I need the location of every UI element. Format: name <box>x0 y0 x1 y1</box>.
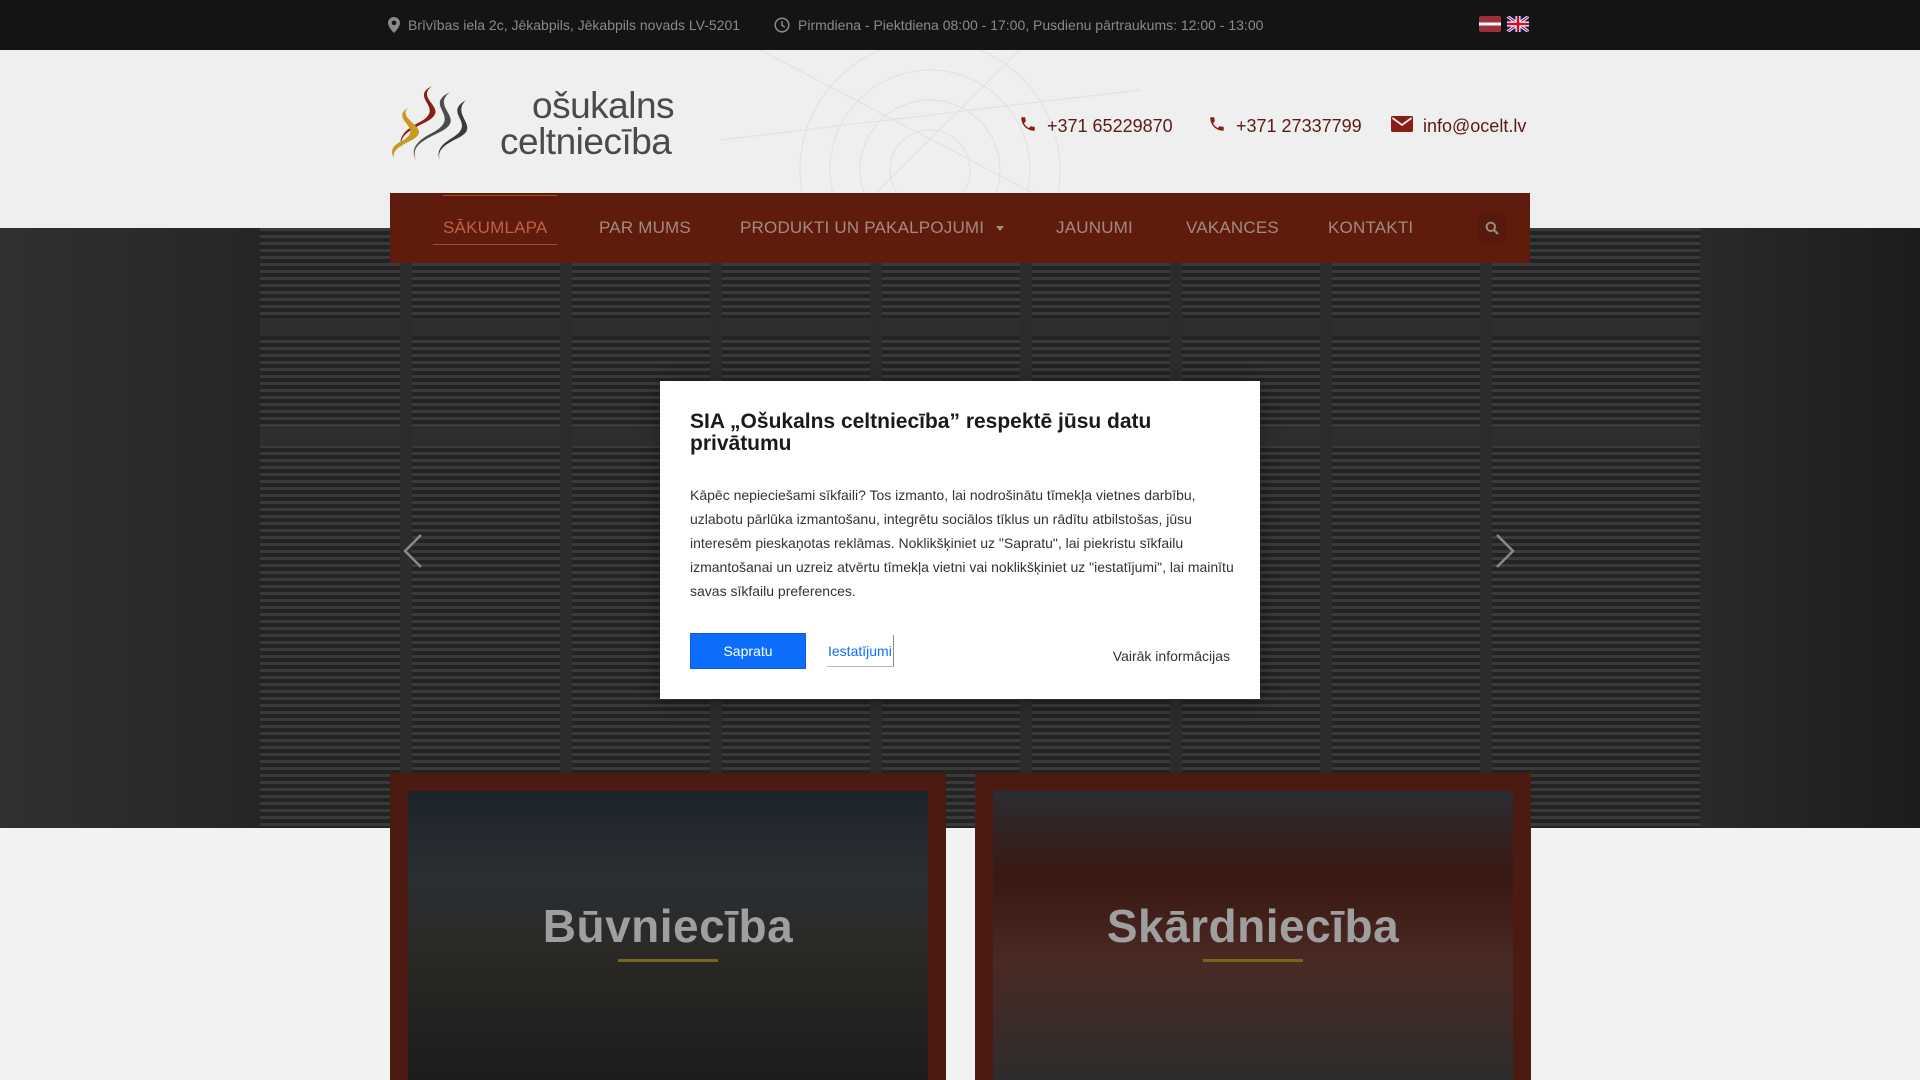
card-divider <box>618 959 718 962</box>
cookie-settings-button[interactable]: Iestatījumi <box>827 635 894 667</box>
phone-contact-2[interactable]: +371 27337799 <box>1208 112 1362 140</box>
card-title: Skārdniecība <box>1106 900 1400 952</box>
cookie-dialog-title: SIA „Ošukalns celtniecība” respektē jūsu… <box>690 410 1152 455</box>
search-button[interactable] <box>1477 213 1507 243</box>
nav-item-home[interactable]: SĀKUMLAPA <box>432 193 558 263</box>
slider-next-arrow-icon[interactable] <box>1494 533 1516 574</box>
latvian-flag-icon[interactable] <box>1479 16 1501 32</box>
more-info-link[interactable]: Vairāk informācijas <box>1113 648 1230 664</box>
nav-item-news[interactable]: JAUNUMI <box>1056 193 1133 263</box>
phone-contact-1[interactable]: +371 65229870 <box>1019 112 1173 140</box>
nav-item-contacts[interactable]: KONTAKTI <box>1328 193 1413 263</box>
mail-icon <box>1391 115 1413 138</box>
email-contact[interactable]: info@ocelt.lv <box>1391 112 1526 140</box>
top-bar: Brīvības iela 2c, Jēkabpils, Jēkabpils n… <box>0 0 1920 50</box>
nav-item-vacancies[interactable]: VAKANCES <box>1186 193 1279 263</box>
cookie-consent-dialog: SIA „Ošukalns celtniecība” respektē jūsu… <box>660 381 1260 699</box>
email-text: info@ocelt.lv <box>1423 115 1527 136</box>
hero-pillar <box>1320 228 1332 828</box>
logo-line-1: ošukalns <box>532 85 675 126</box>
cookie-dialog-text: Kāpēc nepieciešami sīkfaili? Tos izmanto… <box>690 487 1234 599</box>
logo-wordmark: ošukalns celtniecība <box>500 85 675 162</box>
logo-mark-icon <box>392 86 468 160</box>
phone-icon <box>1208 115 1226 138</box>
phone-1-text: +371 65229870 <box>1047 115 1173 136</box>
language-switcher <box>1479 16 1529 32</box>
hero-pillar <box>560 228 572 828</box>
service-card-construction[interactable]: Būvniecība <box>390 773 946 1080</box>
search-icon <box>1485 221 1499 235</box>
nav-item-about[interactable]: PAR MUMS <box>599 193 691 263</box>
card-title: Būvniecība <box>542 900 794 952</box>
hero-pillar <box>400 228 412 828</box>
address-info: Brīvības iela 2c, Jēkabpils, Jēkabpils n… <box>388 0 740 50</box>
slider-prev-arrow-icon[interactable] <box>402 533 424 574</box>
hours-info: Pirmdiena - Piektdiena 08:00 - 17:00, Pu… <box>774 0 1263 50</box>
clock-icon <box>774 17 790 33</box>
english-flag-icon[interactable] <box>1507 16 1529 32</box>
service-card-roofing[interactable]: Skārdniecība <box>975 773 1531 1080</box>
main-navigation: SĀKUMLAPA PAR MUMS PRODUKTI UN PAKALPOJU… <box>390 193 1530 263</box>
nav-item-products[interactable]: PRODUKTI UN PAKALPOJUMI <box>740 193 1005 263</box>
address-text: Brīvības iela 2c, Jēkabpils, Jēkabpils n… <box>408 17 741 33</box>
accept-cookies-button[interactable]: Sapratu <box>690 633 806 669</box>
logo-line-2: celtniecība <box>500 121 672 162</box>
phone-2-text: +371 27337799 <box>1236 115 1362 136</box>
nav-item-products-label: PRODUKTI UN PAKALPOJUMI <box>740 218 985 237</box>
chevron-down-icon <box>996 225 1005 231</box>
hero-left-wall <box>0 228 260 828</box>
site-logo[interactable]: ošukalns celtniecība <box>388 78 688 188</box>
card-divider <box>1203 959 1303 962</box>
hero-pillar <box>1480 228 1492 828</box>
phone-icon <box>1019 115 1037 138</box>
hours-text: Pirmdiena - Piektdiena 08:00 - 17:00, Pu… <box>798 17 1264 33</box>
location-pin-icon <box>388 17 400 33</box>
hero-right-wall <box>1700 228 1920 828</box>
